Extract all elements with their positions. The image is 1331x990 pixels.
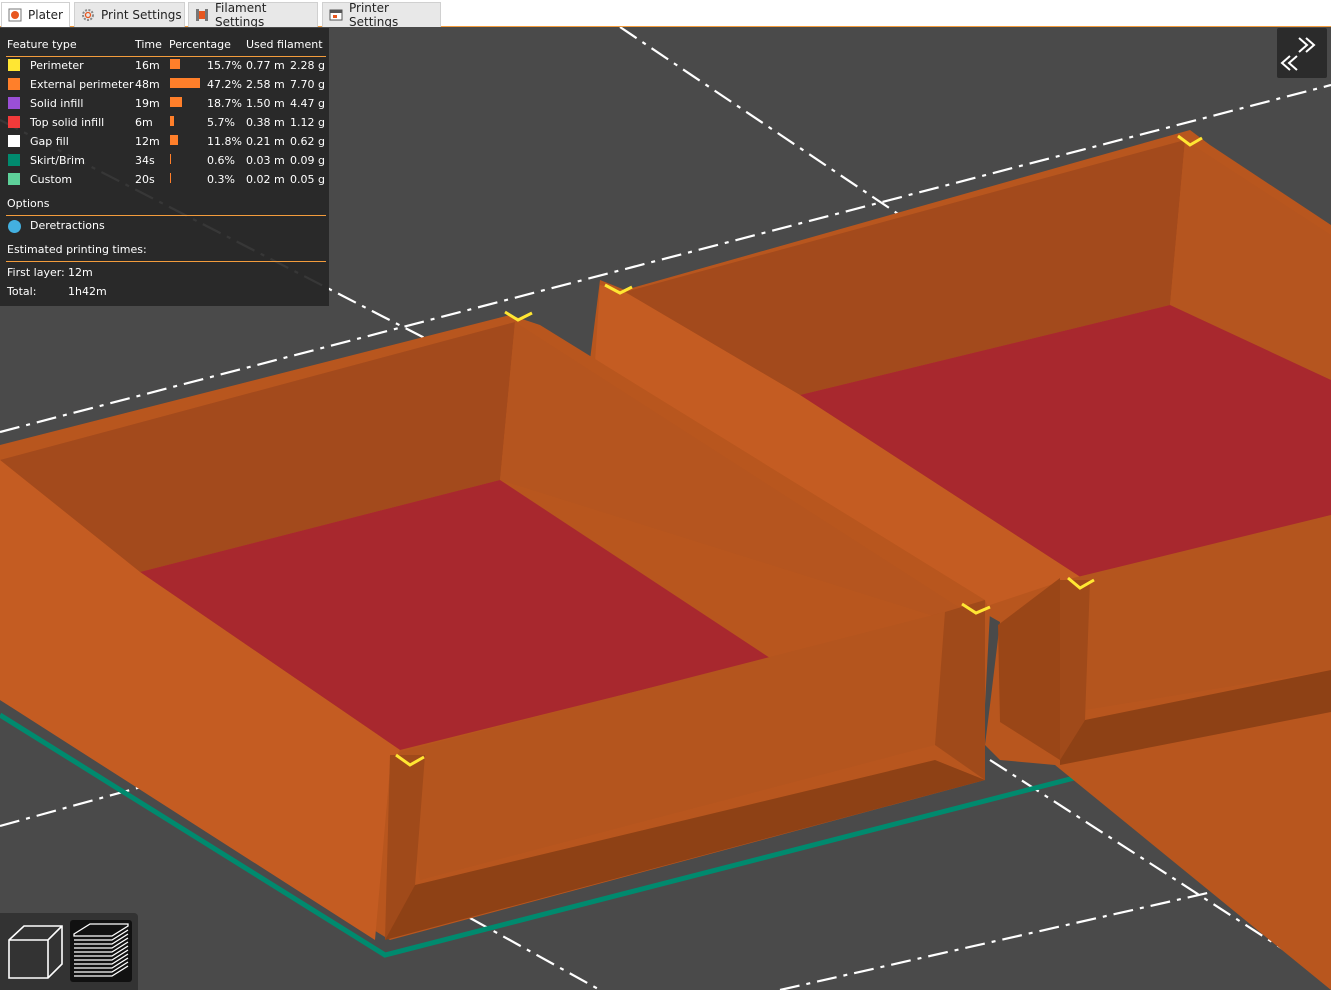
legend-row[interactable]: Top solid infill 6m 5.7% 0.38 m 1.12 g: [0, 114, 329, 133]
option-label: Deretractions: [30, 219, 105, 232]
tab-label: Printer Settings: [349, 1, 399, 29]
legend-header-percentage: Percentage: [169, 38, 231, 51]
legend-color-swatch: [8, 78, 20, 90]
legend-filament-length: 0.38 m: [246, 116, 285, 129]
legend-filament-weight: 0.09 g: [290, 154, 325, 167]
legend-time: 12m: [135, 135, 160, 148]
legend-feature-name: Perimeter: [30, 59, 84, 72]
legend-feature-name: External perimeter: [30, 78, 134, 91]
legend-time: 16m: [135, 59, 160, 72]
legend-percentage: 5.7%: [207, 116, 235, 129]
total-value: 1h42m: [68, 285, 107, 298]
3d-view-cube-icon: [8, 925, 63, 979]
legend-time: 20s: [135, 173, 155, 186]
legend-filament-weight: 1.12 g: [290, 116, 325, 129]
legend-filament-length: 0.03 m: [246, 154, 285, 167]
preview-button[interactable]: [70, 920, 132, 982]
legend-percentage-bar: [170, 116, 174, 126]
estimated-times-label: Estimated printing times:: [7, 243, 147, 256]
legend-percentage-bar: [170, 135, 178, 145]
legend-filament-length: 0.21 m: [246, 135, 285, 148]
legend-time: 48m: [135, 78, 160, 91]
option-row-deretractions[interactable]: Deretractions: [0, 217, 329, 236]
legend-row[interactable]: Gap fill 12m 11.8% 0.21 m 0.62 g: [0, 133, 329, 152]
total-label: Total:: [7, 285, 37, 298]
collapse-sidebar-button[interactable]: [1277, 28, 1327, 78]
first-layer-label: First layer:: [7, 266, 65, 279]
legend-row[interactable]: External perimeter 48m 47.2% 2.58 m 7.70 g: [0, 76, 329, 95]
legend-color-swatch: [8, 135, 20, 147]
preview-layers-icon: [73, 923, 129, 977]
legend-filament-weight: 2.28 g: [290, 59, 325, 72]
legend-row[interactable]: Solid infill 19m 18.7% 1.50 m 4.47 g: [0, 95, 329, 114]
legend-percentage-bar: [170, 97, 182, 107]
first-layer-value: 12m: [68, 266, 93, 279]
legend-separator: [6, 215, 326, 216]
legend-percentage: 11.8%: [207, 135, 242, 148]
legend-percentage-bar: [170, 173, 171, 183]
printer-icon: [329, 8, 343, 22]
legend-header-filament: Used filament: [246, 38, 323, 51]
gear-icon: [81, 8, 95, 22]
legend-color-swatch: [8, 154, 20, 166]
legend-filament-weight: 0.05 g: [290, 173, 325, 186]
filament-spool-icon: [195, 8, 209, 22]
options-label: Options: [7, 197, 50, 210]
legend-header-feature: Feature type: [7, 38, 77, 51]
legend-percentage: 47.2%: [207, 78, 242, 91]
legend-color-swatch: [8, 173, 20, 185]
legend-time: 19m: [135, 97, 160, 110]
tab-label: Plater: [28, 8, 63, 22]
legend-panel: Feature type Time Percentage Used filame…: [0, 28, 329, 306]
tab-printer-settings[interactable]: Printer Settings: [322, 1, 441, 29]
collapse-sidebar-icon: [1280, 37, 1316, 71]
tab-label: Print Settings: [101, 8, 182, 22]
tab-bar: Plater Print Settings Filament Settings …: [0, 0, 1331, 29]
legend-feature-name: Custom: [30, 173, 73, 186]
legend-row[interactable]: Custom 20s 0.3% 0.02 m 0.05 g: [0, 171, 329, 190]
legend-separator: [6, 261, 326, 262]
legend-filament-length: 0.02 m: [246, 173, 285, 186]
deretractions-dot-icon: [8, 220, 21, 233]
legend-filament-length: 1.50 m: [246, 97, 285, 110]
tab-filament-settings[interactable]: Filament Settings: [188, 1, 318, 29]
legend-header-time: Time: [135, 38, 162, 51]
legend-feature-name: Solid infill: [30, 97, 84, 110]
tab-plater[interactable]: Plater: [1, 2, 70, 27]
legend-feature-name: Skirt/Brim: [30, 154, 85, 167]
legend-filament-weight: 4.47 g: [290, 97, 325, 110]
legend-color-swatch: [8, 116, 20, 128]
legend-percentage-bar: [170, 78, 200, 88]
legend-time: 34s: [135, 154, 155, 167]
plater-icon: [8, 8, 22, 22]
legend-feature-name: Top solid infill: [30, 116, 105, 129]
legend-color-swatch: [8, 59, 20, 71]
view-mode-toolbar: [0, 913, 138, 990]
legend-time: 6m: [135, 116, 153, 129]
legend-percentage-bar: [170, 154, 171, 164]
legend-percentage: 0.3%: [207, 173, 235, 186]
legend-row[interactable]: Skirt/Brim 34s 0.6% 0.03 m 0.09 g: [0, 152, 329, 171]
tab-label: Filament Settings: [215, 1, 267, 29]
legend-feature-name: Gap fill: [30, 135, 69, 148]
legend-filament-length: 0.77 m: [246, 59, 285, 72]
legend-color-swatch: [8, 97, 20, 109]
tab-print-settings[interactable]: Print Settings: [74, 2, 185, 27]
legend-percentage: 18.7%: [207, 97, 242, 110]
legend-filament-weight: 7.70 g: [290, 78, 325, 91]
legend-filament-weight: 0.62 g: [290, 135, 325, 148]
legend-row[interactable]: Perimeter 16m 15.7% 0.77 m 2.28 g: [0, 57, 329, 76]
3d-view-button[interactable]: [4, 920, 66, 982]
legend-percentage-bar: [170, 59, 180, 69]
legend-filament-length: 2.58 m: [246, 78, 285, 91]
legend-percentage: 15.7%: [207, 59, 242, 72]
legend-percentage: 0.6%: [207, 154, 235, 167]
